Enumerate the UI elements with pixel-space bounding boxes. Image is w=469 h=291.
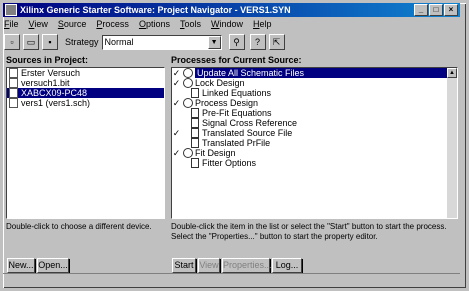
source-item-label: versuch1.bit	[21, 78, 70, 88]
open-button[interactable]: Open...	[37, 258, 69, 273]
report-icon	[191, 158, 199, 168]
process-item[interactable]: ✓ Process Design	[172, 98, 457, 108]
process-item[interactable]: Linked Equations	[172, 88, 457, 98]
process-item[interactable]: ✓ Translated Source File	[172, 128, 457, 138]
process-item[interactable]: Pre-Fit Equations	[172, 108, 457, 118]
title-bar[interactable]: Xilinx Generic Starter Software: Project…	[3, 3, 460, 17]
status-bar	[3, 273, 460, 284]
process-item-label: Signal Cross Reference	[202, 118, 298, 128]
source-item-label: XABCX09-PC48	[21, 88, 88, 98]
process-item[interactable]: ✓ Lock Design	[172, 78, 457, 88]
process-item-label: Pre-Fit Equations	[202, 108, 272, 118]
file-icon	[9, 88, 18, 98]
process-item-label: Translated PrFile	[202, 138, 271, 148]
minimize-icon[interactable]: _	[414, 4, 428, 16]
menu-bar: File View Source Process Options Tools W…	[4, 19, 272, 31]
process-icon	[183, 148, 193, 158]
report-icon	[191, 88, 199, 98]
strategy-label: Strategy	[65, 37, 99, 47]
report-icon	[191, 118, 199, 128]
checkmark-icon: ✓	[172, 97, 181, 108]
checkmark-icon: ✓	[172, 147, 181, 158]
file-icon	[9, 68, 18, 78]
menu-file[interactable]: File	[4, 19, 19, 31]
start-button[interactable]: Start	[172, 258, 196, 273]
source-item-label: vers1 (vers1.sch)	[21, 98, 91, 108]
log-button[interactable]: Log...	[272, 258, 302, 273]
maximize-icon[interactable]: □	[429, 4, 443, 16]
report-icon	[191, 108, 199, 118]
menu-window[interactable]: Window	[211, 19, 243, 31]
processes-list[interactable]: ✓ Update All Schematic Files ✓ Lock Design L…	[171, 67, 458, 219]
process-item-label: Fitter Options	[202, 158, 257, 168]
save-icon[interactable]: ▪	[42, 34, 58, 50]
file-icon	[9, 98, 18, 108]
help-icon[interactable]: ?	[249, 34, 266, 50]
process-item[interactable]: ✓ Fit Design	[172, 148, 457, 158]
new-project-icon[interactable]: ▫	[4, 34, 20, 50]
window-title: Xilinx Generic Starter Software: Project…	[20, 5, 291, 15]
menu-help[interactable]: Help	[253, 19, 272, 31]
menu-options[interactable]: Options	[139, 19, 170, 31]
process-icon	[183, 68, 193, 78]
checkmark-icon: ✓	[172, 77, 181, 88]
open-project-icon[interactable]: ▭	[23, 34, 39, 50]
source-item[interactable]: vers1 (vers1.sch)	[7, 98, 164, 108]
sources-label: Sources in Project:	[6, 55, 89, 65]
process-item-label: Lock Design	[195, 78, 245, 88]
file-icon	[9, 78, 18, 88]
find-icon[interactable]: ⚲	[228, 34, 245, 50]
process-icon	[183, 78, 193, 88]
process-item[interactable]: Fitter Options	[172, 158, 457, 168]
source-item[interactable]: XABCX09-PC48	[7, 88, 164, 98]
process-item-label: Update All Schematic Files	[195, 68, 457, 78]
sources-list[interactable]: Erster Versuch versuch1.bit XABCX09-PC48 ve…	[6, 67, 165, 219]
chevron-down-icon[interactable]: ▼	[207, 35, 221, 49]
strategy-select[interactable]: Normal ▼	[101, 34, 222, 50]
menu-tools[interactable]: Tools	[180, 19, 201, 31]
strategy-value: Normal	[104, 37, 134, 47]
close-icon[interactable]: ×	[444, 4, 458, 16]
sources-description: Double-click to choose a different devic…	[6, 222, 152, 231]
source-item[interactable]: Erster Versuch	[7, 68, 164, 78]
menu-source[interactable]: Source	[58, 19, 87, 31]
process-item[interactable]: Translated PrFile	[172, 138, 457, 148]
processes-scrollbar[interactable]: ▲	[447, 68, 457, 218]
view-button[interactable]: View	[198, 258, 220, 273]
source-item-label: Erster Versuch	[21, 68, 81, 78]
menu-view[interactable]: View	[29, 19, 48, 31]
processes-label: Processes for Current Source:	[171, 55, 302, 65]
process-item[interactable]: Signal Cross Reference	[172, 118, 457, 128]
properties-button[interactable]: Properties...	[222, 258, 272, 273]
process-item[interactable]: ✓ Update All Schematic Files	[172, 68, 457, 78]
scroll-up-icon[interactable]: ▲	[447, 68, 457, 78]
toolbar: ▫ ▭ ▪ Strategy Normal ▼ ⚲ ? ⇱	[4, 33, 459, 51]
app-icon	[5, 4, 17, 16]
process-item-label: Translated Source File	[202, 128, 293, 138]
process-item-label: Linked Equations	[202, 88, 272, 98]
context-help-icon[interactable]: ⇱	[268, 34, 285, 50]
report-icon	[191, 128, 199, 138]
menu-process[interactable]: Process	[96, 19, 129, 31]
processes-description: Double-click the item in the list or sel…	[171, 222, 447, 241]
source-item[interactable]: versuch1.bit	[7, 78, 164, 88]
checkmark-icon: ✓	[172, 127, 181, 138]
process-icon	[183, 98, 193, 108]
process-item-label: Fit Design	[195, 148, 236, 158]
new-button[interactable]: New...	[7, 258, 35, 273]
process-item-label: Process Design	[195, 98, 259, 108]
report-icon	[191, 138, 199, 148]
